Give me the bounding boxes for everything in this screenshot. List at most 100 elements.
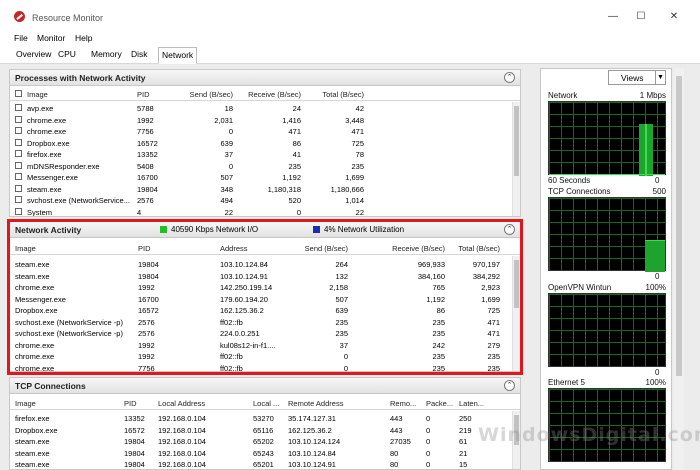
network-activity-row[interactable]: svchost.exe (NetworkService -p) 2576 224.0… xyxy=(10,328,520,339)
tcp-row[interactable]: steam.exe 19804 192.168.0.104 65202 103.10.1… xyxy=(10,436,520,447)
process-row[interactable]: System 4 22 0 22 xyxy=(10,207,520,217)
minimize-button[interactable]: — xyxy=(604,10,622,24)
process-checkbox[interactable] xyxy=(15,184,22,192)
process-checkbox[interactable] xyxy=(15,115,22,123)
col-address[interactable]: Address xyxy=(220,244,248,253)
process-total: 725 xyxy=(351,138,364,148)
process-checkbox[interactable] xyxy=(15,196,22,203)
tcp-row[interactable]: Dropbox.exe 16572 192.168.0.104 65116 162.12… xyxy=(10,425,520,436)
graph-tcp-name: TCP Connections xyxy=(548,187,611,196)
maximize-button[interactable]: ☐ xyxy=(632,10,650,24)
col-total[interactable]: Total (B/sec) xyxy=(448,244,500,253)
process-checkbox[interactable] xyxy=(15,138,22,146)
graphs-scrollbar[interactable] xyxy=(674,68,684,470)
processes-scroll-thumb[interactable] xyxy=(514,106,519,176)
collapse-network-activity-button[interactable]: ⌃ xyxy=(504,224,515,235)
tcp-header[interactable]: TCP Connections ⌃ xyxy=(10,378,520,394)
tcp-row[interactable]: steam.exe 19804 192.168.0.104 65243 103.10.1… xyxy=(10,448,520,459)
process-row[interactable]: steam.exe 19804 348 1,180,318 1,180,666 xyxy=(10,184,520,195)
network-activity-header[interactable]: Network Activity 40590 Kbps Network I/O … xyxy=(10,222,520,238)
col-send[interactable]: Send (B/sec) xyxy=(188,90,233,99)
activity-address: 103.10.124.91 xyxy=(220,271,268,281)
col-local-address[interactable]: Local Address xyxy=(158,399,205,408)
process-checkbox[interactable] xyxy=(15,173,22,180)
tab-cpu[interactable]: CPU xyxy=(55,47,79,64)
tcp-remote-port: 80 xyxy=(390,448,399,458)
tcp-row[interactable]: firefox.exe 13352 192.168.0.104 53270 35.174… xyxy=(10,413,520,424)
tcp-pid: 16572 xyxy=(124,425,145,435)
process-pid: 4 xyxy=(137,207,142,217)
network-activity-row[interactable]: svchost.exe (NetworkService -p) 2576 ff02:… xyxy=(10,317,520,328)
process-row[interactable]: chrome.exe 7756 0 471 471 xyxy=(10,126,520,137)
col-remote-port[interactable]: Remo... xyxy=(390,399,416,408)
menu-help[interactable]: Help xyxy=(75,33,92,43)
graph-network-name: Network xyxy=(548,91,578,100)
col-total[interactable]: Total (B/sec) xyxy=(308,90,364,99)
collapse-tcp-button[interactable]: ⌃ xyxy=(504,380,515,391)
col-packet-loss[interactable]: Packe... xyxy=(426,399,453,408)
processes-header[interactable]: Processes with Network Activity ⌃ xyxy=(10,70,520,86)
process-checkbox[interactable] xyxy=(15,150,22,157)
process-row[interactable]: svchost.exe (NetworkService... 2576 494 520… xyxy=(10,195,520,206)
col-pid[interactable]: PID xyxy=(138,244,151,253)
col-receive[interactable]: Receive (B/sec) xyxy=(387,244,445,253)
col-remote-address[interactable]: Remote Address xyxy=(288,399,343,408)
process-send: 639 xyxy=(220,138,233,148)
col-latency[interactable]: Laten... xyxy=(459,399,484,408)
process-image: mDNSResponder.exe xyxy=(27,161,100,171)
views-button[interactable]: Views ▼ xyxy=(608,70,666,85)
graphs-scroll-thumb[interactable] xyxy=(676,76,682,376)
process-receive: 86 xyxy=(292,138,301,148)
process-checkbox[interactable] xyxy=(15,161,22,169)
processes-scrollbar[interactable] xyxy=(512,102,520,216)
col-image[interactable]: Image xyxy=(15,399,36,408)
process-row[interactable]: avp.exe 5788 18 24 42 xyxy=(10,103,520,114)
network-activity-row[interactable]: chrome.exe 7756 ff02::fb 0 235 235 xyxy=(10,363,520,372)
process-row[interactable]: Dropbox.exe 16572 639 86 725 xyxy=(10,138,520,149)
network-activity-title: Network Activity xyxy=(15,225,82,235)
process-image: steam.exe xyxy=(27,184,62,194)
col-image[interactable]: Image xyxy=(15,244,36,253)
tab-memory[interactable]: Memory xyxy=(88,47,125,64)
network-activity-scroll-thumb[interactable] xyxy=(514,260,519,308)
process-row[interactable]: mDNSResponder.exe 5408 0 235 235 xyxy=(10,161,520,172)
processes-title: Processes with Network Activity xyxy=(15,73,146,83)
tcp-pid: 13352 xyxy=(124,414,145,423)
select-all-checkbox[interactable] xyxy=(15,90,22,97)
tab-network[interactable]: Network xyxy=(158,47,198,64)
col-pid[interactable]: PID xyxy=(124,399,137,408)
process-row[interactable]: chrome.exe 1992 2,031 1,416 3,448 xyxy=(10,115,520,126)
process-checkbox[interactable] xyxy=(15,207,22,215)
network-graph xyxy=(548,101,666,176)
process-receive: 41 xyxy=(292,150,301,159)
network-activity-row[interactable]: Messenger.exe 16700 179.60.194.20 507 1,192 1… xyxy=(10,294,520,305)
process-checkbox[interactable] xyxy=(15,127,22,134)
tcp-row[interactable]: steam.exe 19804 192.168.0.104 65201 103.10.1… xyxy=(10,459,520,469)
tab-overview[interactable]: Overview xyxy=(13,47,54,64)
collapse-processes-button[interactable]: ⌃ xyxy=(504,72,515,83)
network-activity-row[interactable]: chrome.exe 1992 kul08s12-in-f1.... 37 242 279 xyxy=(10,340,520,351)
network-activity-row[interactable]: steam.exe 19804 103.10.124.84 264 969,933 970… xyxy=(10,259,520,270)
process-row[interactable]: Messenger.exe 16700 507 1,192 1,699 xyxy=(10,172,520,183)
menu-file[interactable]: File xyxy=(14,33,28,43)
col-send[interactable]: Send (B/sec) xyxy=(290,244,348,253)
close-button[interactable]: ✕ xyxy=(665,10,683,24)
col-receive[interactable]: Receive (B/sec) xyxy=(243,90,301,99)
network-activity-row[interactable]: Dropbox.exe 16572 162.125.36.2 639 86 725 xyxy=(10,305,520,316)
network-activity-row[interactable]: chrome.exe 1992 ff02::fb 0 235 235 xyxy=(10,351,520,362)
process-total: 78 xyxy=(355,150,364,159)
network-activity-row[interactable]: steam.exe 19804 103.10.124.91 132 384,160 384… xyxy=(10,271,520,282)
chevron-down-icon[interactable]: ▼ xyxy=(655,71,665,84)
network-activity-scrollbar[interactable] xyxy=(512,256,520,371)
process-row[interactable]: firefox.exe 13352 37 41 78 xyxy=(10,149,520,160)
tab-disk[interactable]: Disk xyxy=(128,47,151,64)
menu-monitor[interactable]: Monitor xyxy=(37,33,65,43)
activity-total: 725 xyxy=(487,306,500,315)
process-checkbox[interactable] xyxy=(15,104,22,111)
col-image[interactable]: Image xyxy=(27,90,48,99)
activity-pid: 7756 xyxy=(138,363,155,372)
col-pid[interactable]: PID xyxy=(137,90,150,99)
tcp-local-address: 192.168.0.104 xyxy=(158,437,206,446)
col-local-port[interactable]: Local ... xyxy=(253,399,279,408)
network-activity-row[interactable]: chrome.exe 1992 142.250.199.14 2,158 765 2,92… xyxy=(10,282,520,293)
